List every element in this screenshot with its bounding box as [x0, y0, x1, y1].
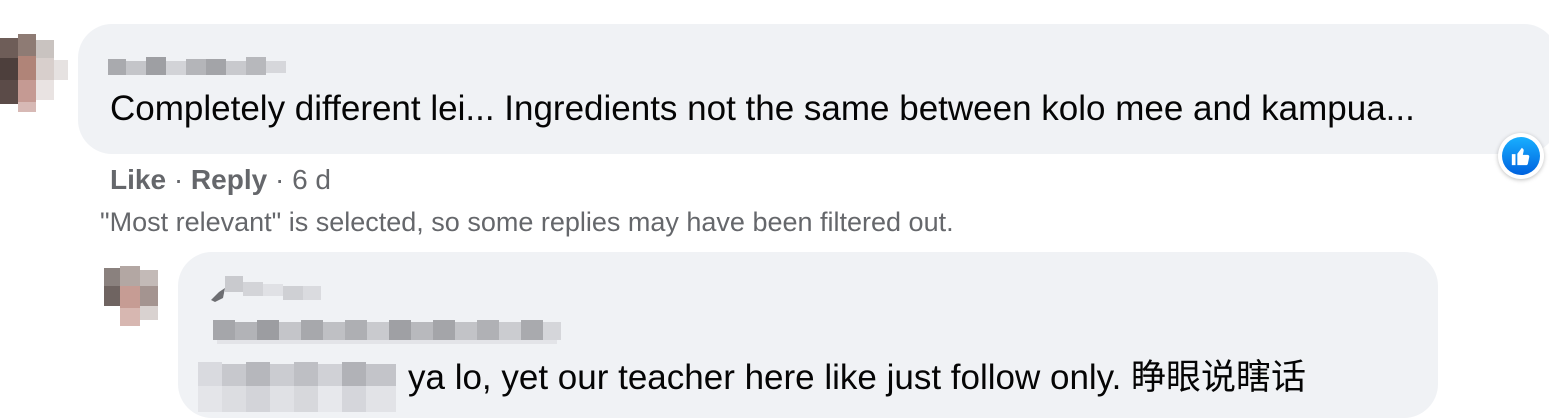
separator: · [173, 164, 191, 195]
reply-button[interactable]: Reply [191, 164, 267, 195]
comment-text: Completely different lei... Ingredients … [110, 89, 1415, 128]
reply-text: ya lo, yet our teacher here like just fo… [408, 358, 1307, 397]
commenter-avatar[interactable] [0, 20, 76, 112]
redaction-pixels [108, 57, 286, 75]
filter-notice: "Most relevant" is selected, so some rep… [100, 207, 954, 237]
avatar-pixelated-image [100, 256, 166, 340]
reply-mention-redacted[interactable] [198, 358, 403, 418]
reaction-count-badge[interactable] [1498, 133, 1544, 179]
like-button[interactable]: Like [110, 164, 166, 195]
comment-actions: Like · Reply · 6 d [110, 162, 331, 198]
commenter-name-redacted[interactable] [108, 55, 288, 77]
redaction-pixels [198, 362, 396, 412]
avatar-pixelated-image [0, 20, 76, 112]
redaction-pixels [211, 276, 561, 344]
comment-timestamp[interactable]: 6 d [292, 164, 331, 195]
reply-author-redacted[interactable] [205, 268, 605, 348]
reply-avatar[interactable] [100, 256, 166, 340]
thumbs-up-icon [1502, 137, 1540, 175]
separator: · [274, 164, 293, 195]
comment-thread: Completely different lei... Ingredients … [0, 0, 1549, 418]
